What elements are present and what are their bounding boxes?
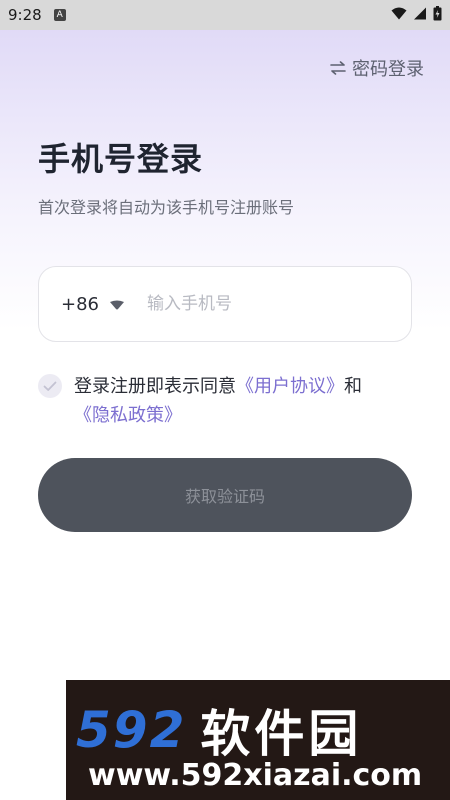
swap-arrows-icon: [330, 61, 346, 75]
user-agreement-link[interactable]: 《用户协议》: [236, 376, 344, 397]
status-bar: 9:28 A: [0, 0, 450, 30]
watermark-logo: 592 软件园 www.592xiazai.com: [66, 680, 450, 800]
agreement-checkbox[interactable]: [38, 374, 62, 398]
page-title: 手机号登录: [38, 140, 204, 178]
agreement-conjunction: 和: [344, 376, 362, 397]
signal-icon: [413, 6, 427, 24]
agreement-row: 登录注册即表示同意《用户协议》和《隐私政策》: [38, 372, 418, 430]
wifi-icon: [391, 6, 407, 24]
status-icons: [391, 5, 442, 25]
watermark-brand-name: 软件园: [200, 705, 363, 763]
status-time: 9:28: [8, 6, 42, 24]
country-code-selector[interactable]: +86: [61, 294, 99, 315]
phone-number-input[interactable]: [147, 284, 389, 324]
watermark-url: www.592xiazai.com: [88, 758, 423, 793]
page-subtitle: 首次登录将自动为该手机号注册账号: [38, 198, 295, 217]
checkmark-icon: [43, 381, 57, 391]
battery-charging-icon: [433, 5, 442, 25]
chevron-down-icon[interactable]: [109, 295, 125, 314]
agreement-text: 登录注册即表示同意《用户协议》和《隐私政策》: [38, 372, 418, 430]
watermark-brand: 592 软件园: [76, 694, 440, 766]
password-login-button[interactable]: 密码登录: [330, 55, 424, 81]
watermark-brand-number: 592: [76, 701, 187, 759]
get-verification-code-button[interactable]: 获取验证码: [38, 458, 412, 532]
password-login-label: 密码登录: [352, 59, 424, 80]
notification-badge: A: [53, 9, 66, 21]
phone-input-group: +86: [38, 266, 412, 342]
agreement-prefix: 登录注册即表示同意: [74, 376, 236, 397]
privacy-policy-link[interactable]: 《隐私政策》: [74, 405, 182, 426]
